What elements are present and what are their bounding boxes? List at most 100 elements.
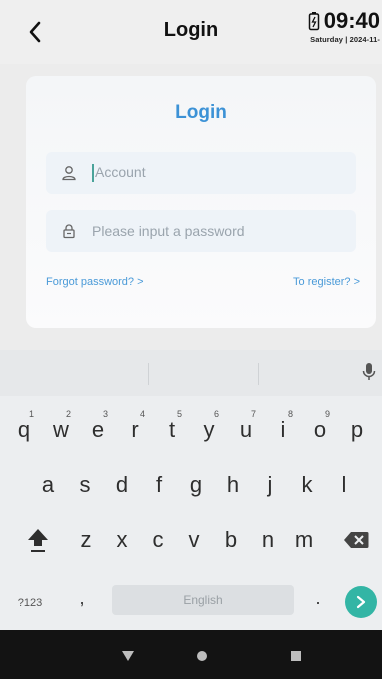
soft-keyboard: 1q 2w 3e 4r 5t 6y 7u 8i 9o p a s d f g h…	[0, 350, 382, 630]
forgot-password-link[interactable]: Forgot password? >	[46, 276, 144, 288]
key-m[interactable]: m	[286, 520, 322, 560]
key-hint: 8	[287, 409, 293, 419]
key-c[interactable]: c	[140, 520, 176, 560]
period-key[interactable]: .	[306, 578, 330, 618]
backspace-key[interactable]	[338, 520, 374, 560]
symbols-key[interactable]: ?123	[8, 583, 52, 623]
key-a[interactable]: a	[30, 465, 66, 505]
key-r[interactable]: 4r	[117, 409, 153, 450]
key-label: f	[155, 472, 163, 497]
key-hint: 6	[213, 409, 219, 419]
key-s[interactable]: s	[67, 465, 103, 505]
key-z[interactable]: z	[68, 520, 104, 560]
key-hint: 7	[250, 409, 256, 419]
space-key[interactable]: English	[112, 585, 294, 615]
space-label: English	[183, 593, 223, 607]
key-label: h	[226, 472, 240, 497]
key-label: w	[53, 417, 69, 442]
key-y[interactable]: 6y	[191, 409, 227, 450]
key-i[interactable]: 8i	[265, 409, 301, 450]
suggestion-divider	[148, 363, 149, 385]
key-label: q	[17, 417, 31, 442]
text-cursor	[92, 164, 94, 183]
circle-home-icon	[197, 651, 207, 661]
shift-key[interactable]	[20, 520, 56, 560]
nav-recents-button[interactable]	[282, 642, 310, 670]
key-hint: 5	[176, 409, 182, 419]
shift-icon	[28, 529, 48, 552]
key-k[interactable]: k	[289, 465, 325, 505]
key-w[interactable]: 2w	[43, 409, 79, 450]
triangle-back-icon	[122, 651, 134, 661]
key-x[interactable]: x	[104, 520, 140, 560]
user-icon	[46, 165, 92, 181]
account-field[interactable]: Account	[46, 152, 356, 194]
title-bar: Login 09:40 Saturday | 2024-11-	[0, 0, 382, 64]
mic-icon	[362, 363, 376, 380]
suggestion-divider	[258, 363, 259, 385]
key-label: l	[341, 472, 347, 497]
key-v[interactable]: v	[176, 520, 212, 560]
login-title: Login	[175, 102, 227, 123]
key-label: e	[91, 417, 105, 442]
key-l[interactable]: l	[326, 465, 362, 505]
system-nav-bar	[0, 630, 382, 679]
key-label: g	[189, 472, 203, 497]
account-placeholder: Account	[95, 163, 146, 180]
suggestion-strip	[0, 350, 382, 396]
key-hint: 3	[102, 409, 108, 419]
password-placeholder: Please input a password	[92, 223, 245, 239]
key-h[interactable]: h	[215, 465, 251, 505]
key-label: o	[313, 417, 327, 442]
clock-time: 09:40	[323, 8, 380, 33]
key-label: z	[80, 527, 92, 552]
comma-key[interactable]: ,	[70, 578, 94, 618]
key-hint: 9	[324, 409, 330, 419]
key-label: p	[350, 417, 364, 442]
key-q[interactable]: 1q	[6, 409, 42, 450]
password-field[interactable]: Please input a password	[46, 210, 356, 252]
clock: 09:40 Saturday | 2024-11-	[280, 8, 380, 44]
key-hint: 1	[28, 409, 34, 419]
mic-button[interactable]	[362, 362, 376, 387]
key-n[interactable]: n	[250, 520, 286, 560]
key-label: i	[280, 417, 286, 442]
key-label: t	[168, 417, 176, 442]
key-o[interactable]: 9o	[302, 409, 338, 450]
key-label: a	[41, 472, 55, 497]
nav-home-button[interactable]	[188, 642, 216, 670]
key-label: n	[261, 527, 275, 552]
key-label: c	[152, 527, 164, 552]
register-link[interactable]: To register? >	[293, 276, 360, 288]
key-p[interactable]: p	[339, 410, 375, 450]
key-b[interactable]: b	[213, 520, 249, 560]
nav-back-button[interactable]	[114, 642, 142, 670]
key-f[interactable]: f	[141, 465, 177, 505]
key-u[interactable]: 7u	[228, 409, 264, 450]
square-recents-icon	[291, 651, 301, 661]
key-label: s	[79, 472, 91, 497]
key-hint: 2	[65, 409, 71, 419]
key-label: r	[131, 417, 139, 442]
key-label: v	[188, 527, 200, 552]
enter-key[interactable]	[345, 586, 377, 618]
key-t[interactable]: 5t	[154, 409, 190, 450]
key-g[interactable]: g	[178, 465, 214, 505]
key-label: x	[116, 527, 128, 552]
key-label: j	[267, 472, 273, 497]
key-j[interactable]: j	[252, 465, 288, 505]
key-label: y	[203, 417, 215, 442]
key-label: k	[301, 472, 313, 497]
key-label: m	[294, 527, 314, 552]
key-label: d	[115, 472, 129, 497]
key-hint: 4	[139, 409, 145, 419]
backspace-icon	[344, 532, 369, 548]
key-label: u	[239, 417, 253, 442]
clock-date: Saturday | 2024-11-	[310, 35, 380, 44]
key-label: b	[224, 527, 238, 552]
login-card: Login Account Please input a password Fo…	[26, 76, 376, 328]
battery-charging-icon	[308, 12, 319, 31]
key-d[interactable]: d	[104, 465, 140, 505]
lock-icon	[46, 223, 92, 239]
key-e[interactable]: 3e	[80, 409, 116, 450]
